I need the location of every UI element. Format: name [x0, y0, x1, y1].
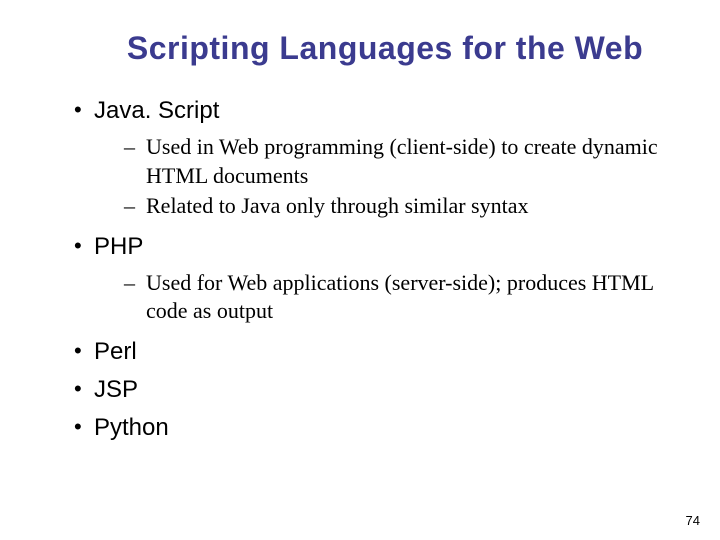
- bullet-list: Java. Script Used in Web programming (cl…: [70, 97, 670, 442]
- bullet-label: Python: [94, 414, 169, 441]
- bullet-label: JSP: [94, 376, 138, 403]
- bullet-javascript: Java. Script Used in Web programming (cl…: [70, 97, 670, 221]
- sub-list: Used in Web programming (client-side) to…: [94, 133, 670, 221]
- sub-item: Related to Java only through similar syn…: [124, 192, 670, 221]
- sub-item: Used in Web programming (client-side) to…: [124, 133, 670, 190]
- bullet-label: Perl: [94, 338, 137, 365]
- page-number: 74: [686, 513, 700, 528]
- bullet-jsp: JSP: [70, 376, 670, 404]
- bullet-label: PHP: [94, 233, 143, 260]
- slide-title: Scripting Languages for the Web: [100, 30, 670, 67]
- sub-list: Used for Web applications (server-side);…: [94, 269, 670, 326]
- sub-item: Used for Web applications (server-side);…: [124, 269, 670, 326]
- bullet-php: PHP Used for Web applications (server-si…: [70, 233, 670, 326]
- bullet-perl: Perl: [70, 338, 670, 366]
- bullet-python: Python: [70, 414, 670, 442]
- bullet-label: Java. Script: [94, 97, 219, 124]
